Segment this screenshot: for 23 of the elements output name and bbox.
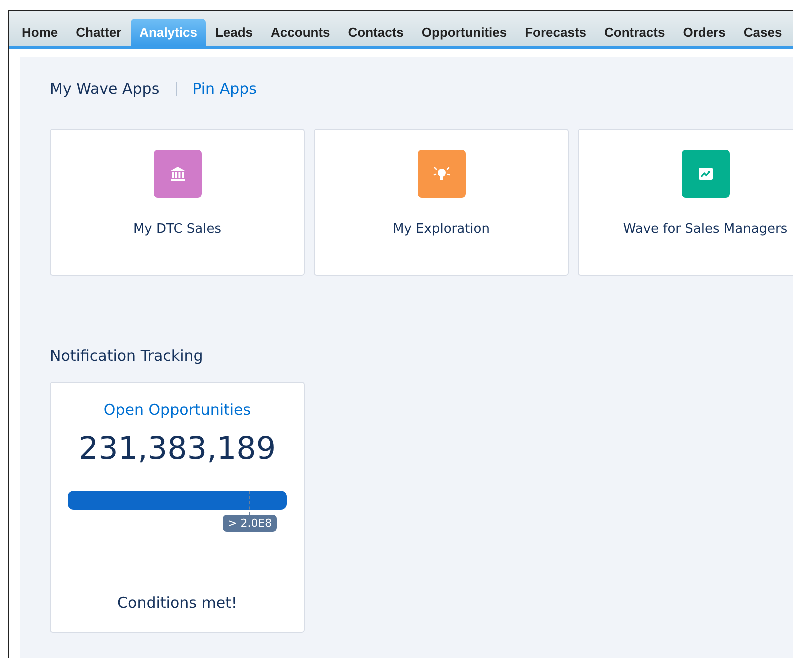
metric-value: 231,383,189: [78, 431, 276, 467]
card-title[interactable]: Open Opportunities: [104, 401, 252, 419]
status-text: Conditions met!: [118, 594, 238, 612]
nav-tab[interactable]: Contracts: [596, 19, 674, 46]
nav-tab[interactable]: Home: [13, 19, 68, 46]
app-card[interactable]: My DTC Sales: [50, 129, 305, 276]
section-title: My Wave Apps: [50, 80, 160, 98]
nav-tab[interactable]: Forecasts: [516, 19, 596, 46]
section-title: Notification Tracking: [50, 347, 204, 365]
app-name: My Exploration: [393, 222, 490, 237]
app-name: Wave for Sales Managers: [623, 222, 788, 237]
nav-tab[interactable]: Contacts: [339, 19, 413, 46]
nav-tab[interactable]: Cases: [734, 19, 792, 46]
app-card[interactable]: Wave for Sales Managers: [578, 129, 793, 276]
app-card[interactable]: My Exploration: [314, 129, 569, 276]
nav-tab[interactable]: Orders: [674, 19, 735, 46]
nav-tab[interactable]: Chatter: [67, 19, 131, 46]
nav-tab[interactable]: Accounts: [262, 19, 340, 46]
nav-tab[interactable]: Leads: [206, 19, 262, 46]
nav-tab[interactable]: Opportunities: [412, 19, 516, 46]
threshold-label: > 2.0E8: [223, 515, 278, 532]
pin-apps-link[interactable]: Pin Apps: [192, 80, 257, 98]
app-name: My DTC Sales: [133, 222, 222, 237]
